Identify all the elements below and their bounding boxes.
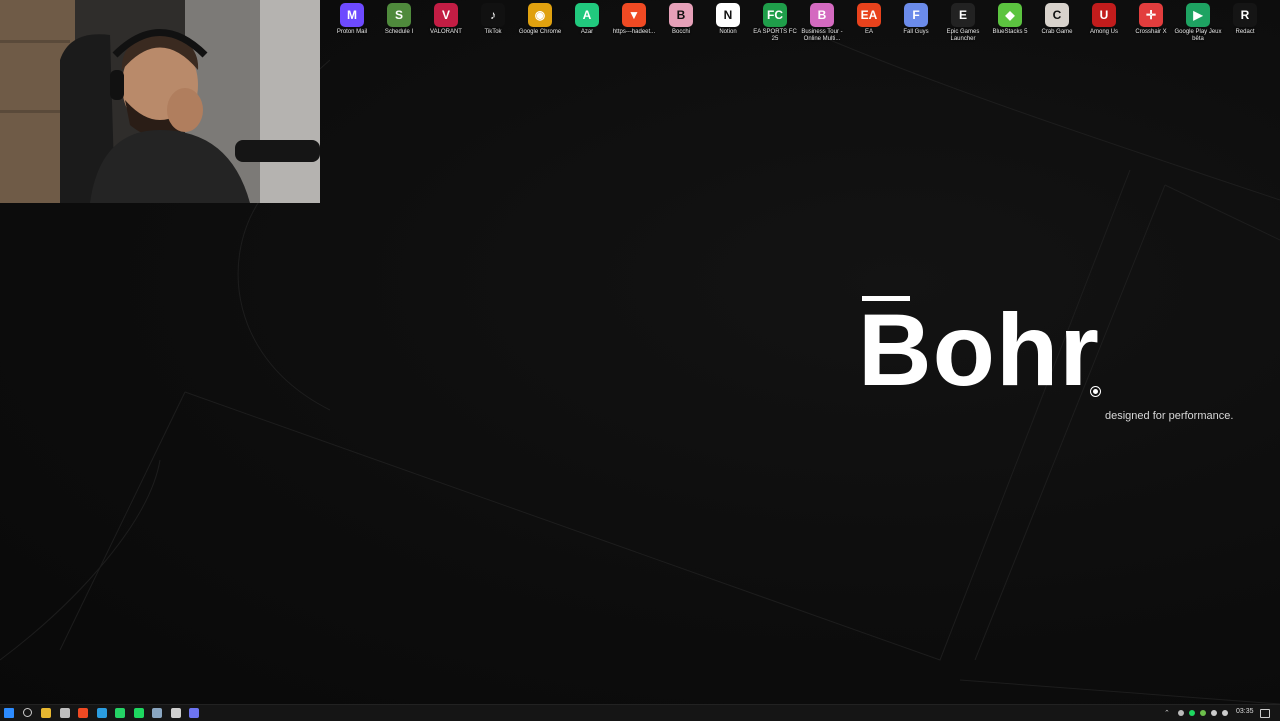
mouse-cursor-icon xyxy=(1090,386,1101,397)
whatsapp-icon[interactable] xyxy=(115,708,125,718)
desktop-shortcut-label: VALORANT xyxy=(430,29,462,35)
desktop-shortcut-label: Among Us xyxy=(1089,29,1118,35)
proton-mail-icon: M xyxy=(340,3,364,27)
tray-app-icon[interactable] xyxy=(1189,710,1195,716)
volume-icon[interactable] xyxy=(1222,710,1228,716)
desktop-shortcut[interactable]: V VALORANT xyxy=(423,3,469,49)
desktop-shortcut-label: Business Tour - Online Multi... xyxy=(801,29,843,42)
redact-icon: R xyxy=(1233,3,1257,27)
desktop-shortcut[interactable]: E Epic Games Launcher xyxy=(940,3,986,49)
webcam-overlay xyxy=(0,0,320,203)
desktop-shortcut-label: BlueStacks 5 xyxy=(992,29,1028,35)
desktop-shortcut-label: Google Chrome xyxy=(518,29,562,35)
desktop-shortcut-label: TikTok xyxy=(484,29,502,35)
brave-icon: ▼ xyxy=(622,3,646,27)
ea-icon: EA xyxy=(857,3,881,27)
desktop-shortcut[interactable]: ▶ Google Play Jeux bêta xyxy=(1174,3,1222,49)
edge-icon[interactable] xyxy=(96,708,107,718)
desktop-shortcut-label: Crab Game xyxy=(1041,29,1073,35)
desktop-shortcut[interactable]: U Among Us xyxy=(1081,3,1127,49)
desktop-shortcut[interactable]: A Azar xyxy=(564,3,610,49)
desktop-shortcut-label: Proton Mail xyxy=(336,29,368,35)
epic-games-icon: E xyxy=(951,3,975,27)
crosshair-x-icon: ✛ xyxy=(1139,3,1163,27)
desktop-shortcut[interactable]: B Business Tour - Online Multi... xyxy=(799,3,845,49)
desktop-shortcut-label: https---hadeet... xyxy=(612,29,656,35)
desktop-shortcut-label: Bocchi xyxy=(671,29,690,35)
valorant-icon: V xyxy=(434,3,458,27)
steam-icon[interactable] xyxy=(152,708,162,718)
desktop-shortcut[interactable]: M Proton Mail xyxy=(329,3,375,49)
ea-fc-icon: FC xyxy=(763,3,787,27)
notification-icon[interactable] xyxy=(1260,709,1270,718)
chrome-icon: ◉ xyxy=(528,3,552,27)
azar-icon: A xyxy=(575,3,599,27)
network-icon[interactable] xyxy=(1178,710,1184,716)
bluestacks-icon: ◆ xyxy=(998,3,1022,27)
desktop-shortcut[interactable]: F Fall Guys xyxy=(893,3,939,49)
desktop-shortcut[interactable]: S Schedule I xyxy=(376,3,422,49)
bohr-tagline: designed for performance. xyxy=(1105,410,1234,422)
business-tour-icon: B xyxy=(810,3,834,27)
desktop-shortcut[interactable]: C Crab Game xyxy=(1034,3,1080,49)
tray-app-icon[interactable] xyxy=(1200,710,1206,716)
start-icon[interactable] xyxy=(4,708,14,718)
tiktok-icon: ♪ xyxy=(481,3,505,27)
schedule-one-icon: S xyxy=(387,3,411,27)
webcam-feed-image xyxy=(0,0,320,203)
desktop-shortcut[interactable]: N Notion xyxy=(705,3,751,49)
desktop-shortcut-label: Schedule I xyxy=(384,29,414,35)
desktop: M Proton Mail S Schedule I V VALORANT ♪ TikTok ◉… xyxy=(0,0,1280,704)
desktop-shortcut[interactable]: ✛ Crosshair X xyxy=(1128,3,1174,49)
desktop-shortcut-label: Redact xyxy=(1235,29,1255,35)
desktop-shortcut[interactable]: B Bocchi xyxy=(658,3,704,49)
desktop-shortcut-label: Crosshair X xyxy=(1135,29,1167,35)
google-play-games-icon: ▶ xyxy=(1186,3,1210,27)
desktop-shortcut-label: Azar xyxy=(580,29,594,35)
search-icon[interactable] xyxy=(22,708,32,717)
fall-guys-icon: F xyxy=(904,3,928,27)
taskbar: ⌃ 03:35 xyxy=(0,704,1280,721)
show-hidden-icons-chevron-icon[interactable]: ⌃ xyxy=(1164,709,1170,717)
desktop-shortcut-label: Notion xyxy=(719,29,737,35)
bocchi-icon: B xyxy=(669,3,693,27)
among-us-icon: U xyxy=(1092,3,1116,27)
desktop-shortcut-label: EA SPORTS FC 25 xyxy=(753,29,797,42)
brave-icon[interactable] xyxy=(78,708,88,718)
wifi-icon[interactable] xyxy=(1211,710,1217,716)
spotify-icon[interactable] xyxy=(133,708,144,718)
file-explorer-icon[interactable] xyxy=(41,708,51,718)
bohr-logo: Bohr designed for performance. xyxy=(858,292,1248,432)
desktop-shortcut[interactable]: ◉ Google Chrome xyxy=(517,3,563,49)
obs-icon[interactable] xyxy=(170,708,181,718)
discord-icon[interactable] xyxy=(189,708,199,718)
bohr-wordmark: Bohr xyxy=(858,293,1100,407)
desktop-shortcut[interactable]: EA EA xyxy=(846,3,892,49)
desktop-shortcut-label: Fall Guys xyxy=(903,29,929,35)
desktop-shortcut[interactable]: FC EA SPORTS FC 25 xyxy=(752,3,798,49)
notepad-icon[interactable] xyxy=(59,708,70,718)
desktop-icons: M Proton Mail S Schedule I V VALORANT ♪ TikTok ◉… xyxy=(329,3,1280,49)
desktop-shortcut[interactable]: ▼ https---hadeet... xyxy=(611,3,657,49)
desktop-shortcut-label: Google Play Jeux bêta xyxy=(1174,29,1222,42)
taskbar-clock[interactable]: 03:35 xyxy=(1236,708,1254,715)
notion-icon: N xyxy=(716,3,740,27)
desktop-shortcut-label: Epic Games Launcher xyxy=(946,29,980,42)
crab-game-icon: C xyxy=(1045,3,1069,27)
desktop-shortcut-label: EA xyxy=(864,29,873,35)
desktop-shortcut[interactable]: R Redact xyxy=(1222,3,1268,49)
desktop-shortcut[interactable]: ◆ BlueStacks 5 xyxy=(987,3,1033,49)
desktop-shortcut[interactable]: ♪ TikTok xyxy=(470,3,516,49)
